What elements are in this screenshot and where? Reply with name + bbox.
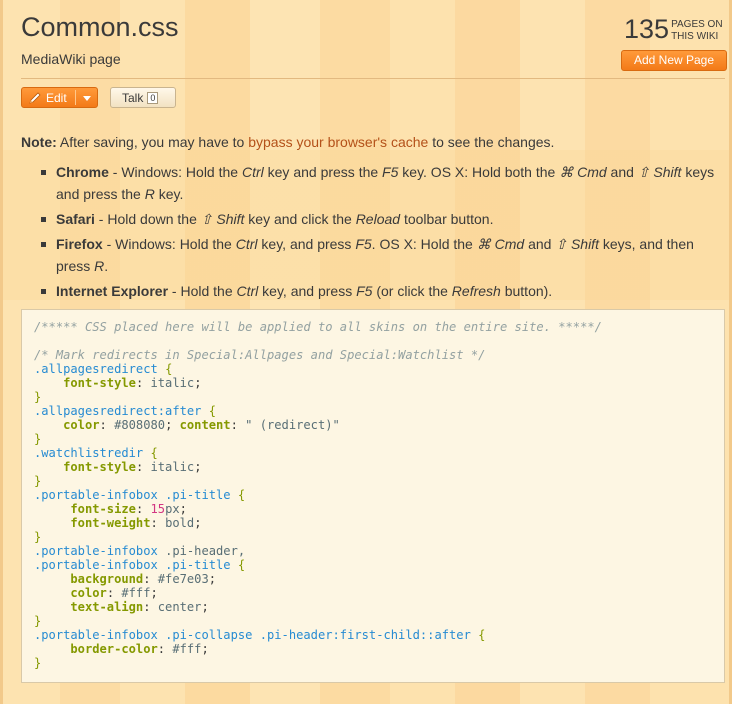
page-subtitle: MediaWiki page bbox=[21, 51, 121, 67]
note-text-before: After saving, you may have to bbox=[56, 134, 249, 150]
wiki-page-counter: 135 PAGES ON THIS WIKI bbox=[624, 14, 723, 44]
list-item-safari: Safari - Hold down the ⇧ Shift key and c… bbox=[38, 208, 728, 230]
css-source-code-block[interactable]: /***** CSS placed here will be applied t… bbox=[21, 309, 725, 683]
browser-instructions-list: Chrome - Windows: Hold the Ctrl key and … bbox=[38, 161, 728, 305]
chevron-down-icon[interactable] bbox=[83, 96, 91, 101]
header-divider bbox=[21, 78, 725, 79]
list-item-chrome: Chrome - Windows: Hold the Ctrl key and … bbox=[38, 161, 728, 205]
page-count: 135 bbox=[624, 14, 670, 44]
page-title: Common.css bbox=[21, 12, 179, 42]
pencil-icon bbox=[27, 90, 43, 106]
page-count-label-line2: THIS WIKI bbox=[671, 31, 719, 42]
browser-name: Firefox bbox=[56, 236, 103, 252]
page-count-label: PAGES ON THIS WIKI bbox=[671, 19, 723, 43]
list-item-firefox: Firefox - Windows: Hold the Ctrl key, an… bbox=[38, 233, 728, 277]
edit-button-separator bbox=[75, 90, 76, 105]
cache-note: Note: After saving, you may have to bypa… bbox=[21, 134, 554, 150]
add-new-page-button[interactable]: Add New Page bbox=[621, 50, 727, 71]
browser-name: Safari bbox=[56, 211, 95, 227]
browser-name: Chrome bbox=[56, 164, 109, 180]
edit-button-label: Edit bbox=[46, 90, 67, 105]
browser-name: Internet Explorer bbox=[56, 283, 169, 299]
talk-count-badge: 0 bbox=[147, 91, 159, 104]
talk-button-label: Talk bbox=[122, 90, 144, 105]
list-item-internet-explorer: Internet Explorer - Hold the Ctrl key, a… bbox=[38, 280, 728, 302]
edit-button[interactable]: Edit bbox=[21, 87, 98, 108]
note-text-after: to see the changes. bbox=[428, 134, 555, 150]
page-frame-left bbox=[0, 0, 3, 704]
note-lead: Note: bbox=[21, 134, 57, 150]
talk-button[interactable]: Talk 0 bbox=[110, 87, 176, 108]
bypass-cache-link[interactable]: bypass your browser's cache bbox=[248, 134, 428, 150]
page-count-label-line1: PAGES ON bbox=[671, 19, 723, 30]
